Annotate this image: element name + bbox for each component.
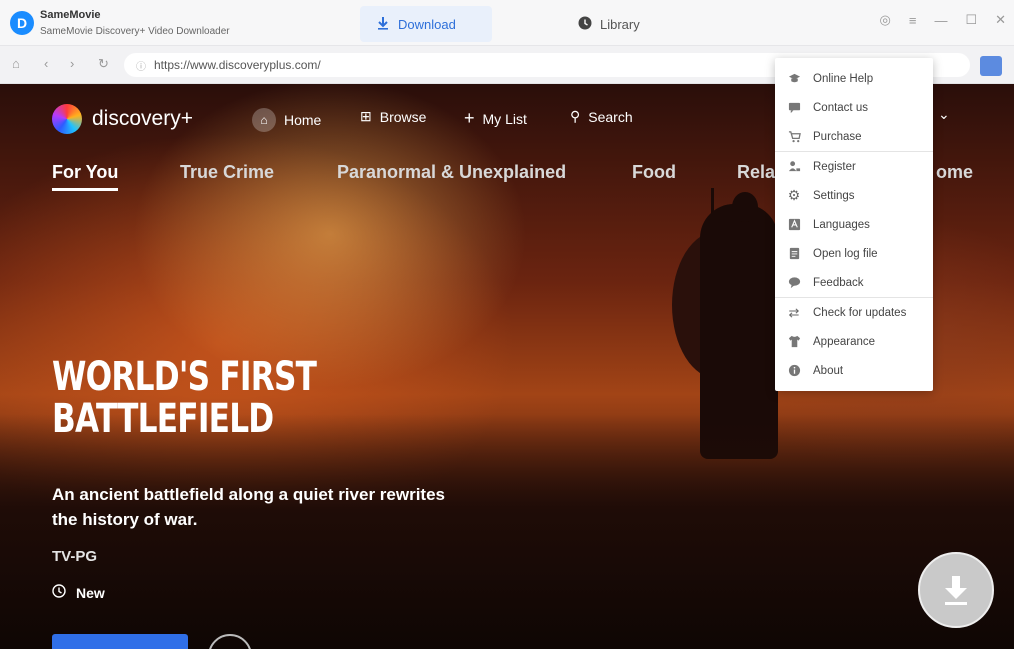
menu-item-online-help[interactable]: Online Help <box>775 64 933 93</box>
menu-item-contact-us[interactable]: Contact us <box>775 93 933 122</box>
download-fab[interactable] <box>918 552 994 628</box>
clock-icon <box>578 16 592 33</box>
graduation-cap-icon <box>787 72 801 86</box>
tab-download[interactable]: Download <box>360 6 492 42</box>
menu-item-feedback[interactable]: Feedback <box>775 268 933 297</box>
new-tag: New <box>52 584 105 601</box>
file-icon <box>787 247 801 261</box>
menu-item-label: About <box>813 364 844 377</box>
url-text: https://www.discoveryplus.com/ <box>154 58 321 72</box>
back-icon[interactable]: ‹ <box>44 56 48 71</box>
refresh-icon: ⇄ <box>788 304 800 320</box>
chevron-down-icon[interactable]: ⌄ <box>938 106 950 123</box>
grid-icon: ⊞ <box>360 108 372 124</box>
category-relationships[interactable]: Rela <box>737 162 775 183</box>
menu-icon[interactable]: ≡ <box>909 13 917 28</box>
discovery-orb-icon <box>52 104 82 134</box>
discovery-logo[interactable]: discovery+ <box>52 104 193 134</box>
minimize-icon[interactable]: — <box>934 13 947 28</box>
category-true-crime[interactable]: True Crime <box>180 162 274 183</box>
rating-badge: TV-PG <box>52 548 98 565</box>
menu-item-label: Settings <box>813 189 855 202</box>
settings-dropdown-menu: Online Help Contact us Purchase Register… <box>775 58 933 391</box>
hero-description: An ancient battlefield along a quiet riv… <box>52 485 445 529</box>
home-icon: ⌂ <box>252 108 276 132</box>
menu-item-settings[interactable]: ⚙ Settings <box>775 181 933 210</box>
menu-item-label: Register <box>813 160 856 173</box>
menu-item-check-for-updates[interactable]: ⇄ Check for updates <box>775 298 933 327</box>
play-button[interactable] <box>52 634 188 649</box>
home-icon[interactable]: ⌂ <box>12 56 20 71</box>
category-home[interactable]: ome <box>936 162 973 183</box>
menu-item-about[interactable]: About <box>775 356 933 385</box>
tab-library-label: Library <box>600 16 640 32</box>
menu-item-label: Online Help <box>813 72 874 85</box>
app-name: SameMovie <box>40 9 101 21</box>
app-window: D SameMovie SameMovie Discovery+ Video D… <box>0 0 1014 649</box>
hero-title-line2: BATTLEFIELD <box>52 396 274 442</box>
user-key-icon <box>787 160 801 174</box>
menu-item-label: Contact us <box>813 101 868 114</box>
download-arrow-icon <box>945 576 967 605</box>
tab-download-label: Download <box>398 16 456 32</box>
menu-item-label: Open log file <box>813 247 878 260</box>
menu-item-label: Appearance <box>813 335 876 348</box>
menu-item-label: Check for updates <box>813 306 907 319</box>
nav-home-label: Home <box>284 112 322 128</box>
category-food[interactable]: Food <box>632 162 676 183</box>
menu-item-open-log-file[interactable]: Open log file <box>775 239 933 268</box>
refresh-icon[interactable]: ↻ <box>98 56 109 72</box>
menu-item-label: Feedback <box>813 276 864 289</box>
nav-search[interactable]: ⚲ Search <box>570 108 633 125</box>
nav-browse-label: Browse <box>379 108 427 125</box>
forward-icon[interactable]: › <box>70 56 74 71</box>
app-logo: D <box>10 11 34 35</box>
menu-item-purchase[interactable]: Purchase <box>775 122 933 151</box>
nav-home[interactable]: ⌂ Home <box>252 108 321 132</box>
info-icon <box>787 364 801 378</box>
category-paranormal[interactable]: Paranormal & Unexplained <box>337 162 566 183</box>
app-subtitle: SameMovie Discovery+ Video Downloader <box>40 26 230 37</box>
search-icon: ⚲ <box>570 108 581 124</box>
cart-icon <box>787 130 801 144</box>
info-icon: ⓘ <box>136 61 146 73</box>
plus-icon: + <box>464 108 475 128</box>
close-icon[interactable]: ✕ <box>995 12 1006 28</box>
discovery-brand: discovery+ <box>92 107 193 130</box>
menu-item-label: Purchase <box>813 130 862 143</box>
hero-image-head <box>732 192 758 222</box>
maximize-icon[interactable]: ☐ <box>965 12 977 28</box>
menu-item-register[interactable]: Register <box>775 152 933 181</box>
nav-mylist-label: My List <box>482 110 527 127</box>
menu-item-label: Languages <box>813 218 870 231</box>
title-bar: D SameMovie SameMovie Discovery+ Video D… <box>0 0 1014 46</box>
category-for-you[interactable]: For You <box>52 162 119 191</box>
nav-mylist[interactable]: + My List <box>464 108 527 129</box>
translate-icon <box>787 218 801 232</box>
chat-icon <box>787 101 801 115</box>
nav-browse[interactable]: ⊞ Browse <box>360 108 426 125</box>
hero-title: WORLD'S FIRST BATTLEFIELD <box>52 356 333 440</box>
menu-item-appearance[interactable]: Appearance <box>775 327 933 356</box>
extension-button[interactable] <box>980 56 1002 76</box>
new-tag-label: New <box>76 584 105 601</box>
download-icon <box>376 16 390 33</box>
tab-library[interactable]: Library <box>562 6 656 42</box>
hero-title-line1: WORLD'S FIRST <box>52 354 317 400</box>
gear-icon: ⚙ <box>787 187 801 203</box>
clock-icon <box>52 584 66 601</box>
nav-search-label: Search <box>588 108 633 125</box>
menu-item-languages[interactable]: Languages <box>775 210 933 239</box>
window-controls: ◎ ≡ — ☐ ✕ <box>880 12 1007 28</box>
feedback-icon <box>787 276 801 290</box>
settings-icon[interactable]: ◎ <box>880 12 891 28</box>
shirt-icon <box>787 335 801 349</box>
